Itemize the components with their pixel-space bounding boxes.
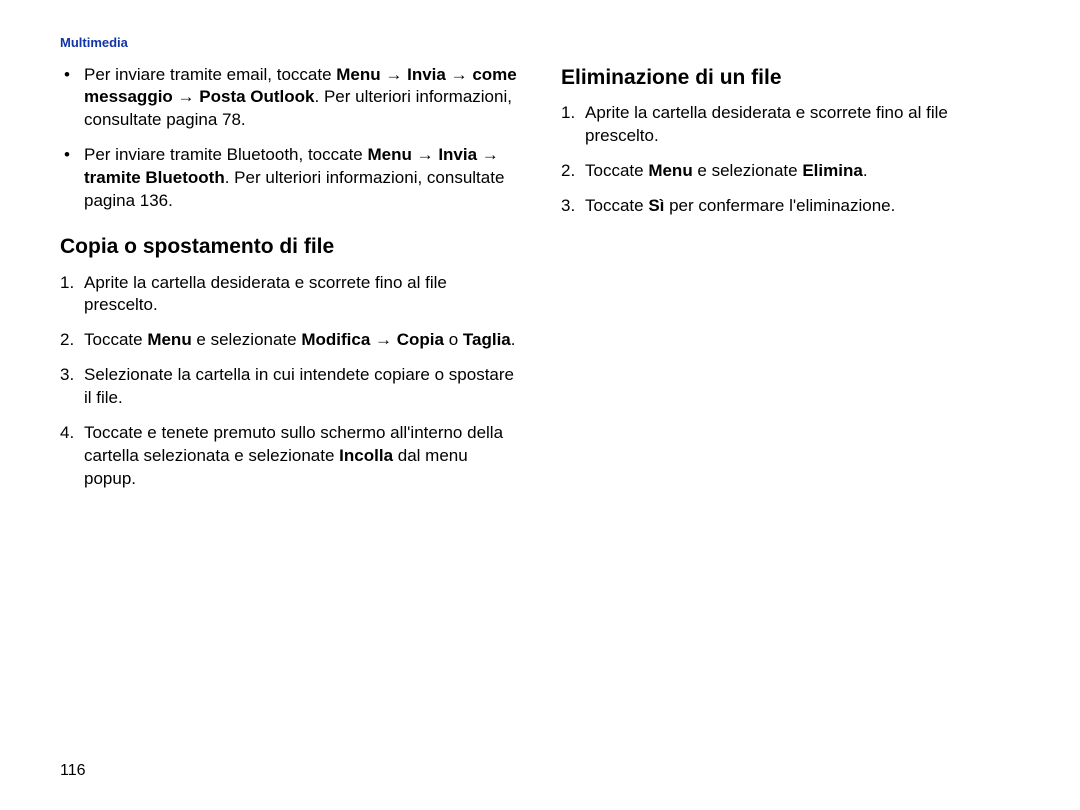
arrow: →	[381, 65, 407, 84]
step-number: 1.	[60, 272, 84, 318]
arrow: →	[412, 145, 438, 164]
text: .	[863, 161, 868, 180]
bullet-marker: •	[60, 64, 84, 133]
bold-text: Copia	[397, 330, 444, 349]
list-item: 1. Aprite la cartella desiderata e scorr…	[561, 102, 1020, 148]
list-item: 3. Selezionate la cartella in cui intend…	[60, 364, 519, 410]
bold-text: Menu	[367, 145, 411, 164]
bullet-list: • Per inviare tramite email, toccate Men…	[60, 64, 519, 214]
text: Per inviare tramite Bluetooth, toccate	[84, 145, 367, 164]
step-text: Toccate e tenete premuto sullo schermo a…	[84, 422, 519, 491]
text: o	[444, 330, 463, 349]
arrow: →	[446, 65, 472, 84]
bullet-item: • Per inviare tramite Bluetooth, toccate…	[60, 144, 519, 213]
step-text: Aprite la cartella desiderata e scorrete…	[84, 272, 519, 318]
text: Toccate	[585, 161, 648, 180]
bold-text: Modifica	[301, 330, 370, 349]
step-text: Aprite la cartella desiderata e scorrete…	[585, 102, 1020, 148]
bold-text: Invia	[407, 65, 446, 84]
text: Toccate	[585, 196, 648, 215]
section-header: Multimedia	[60, 34, 1020, 52]
bullet-text: Per inviare tramite email, toccate Menu …	[84, 64, 519, 133]
bold-text: Elimina	[802, 161, 862, 180]
step-number: 2.	[561, 160, 585, 183]
bold-text: Invia	[438, 145, 477, 164]
text: e selezionate	[693, 161, 803, 180]
step-number: 1.	[561, 102, 585, 148]
step-text: Selezionate la cartella in cui intendete…	[84, 364, 519, 410]
list-item: 3. Toccate Sì per confermare l'eliminazi…	[561, 195, 1020, 218]
text: Per inviare tramite email, toccate	[84, 65, 336, 84]
bold-text: Taglia	[463, 330, 511, 349]
arrow: →	[173, 87, 199, 106]
step-number: 4.	[60, 422, 84, 491]
text: .	[511, 330, 516, 349]
bullet-item: • Per inviare tramite email, toccate Men…	[60, 64, 519, 133]
numbered-list: 1. Aprite la cartella desiderata e scorr…	[60, 272, 519, 492]
step-number: 3.	[561, 195, 585, 218]
list-item: 2. Toccate Menu e selezionate Elimina.	[561, 160, 1020, 183]
page-number: 116	[60, 760, 86, 782]
numbered-list: 1. Aprite la cartella desiderata e scorr…	[561, 102, 1020, 218]
bold-text: Menu	[648, 161, 692, 180]
text: per confermare l'eliminazione.	[664, 196, 895, 215]
arrow: →	[370, 330, 396, 349]
arrow: →	[477, 145, 499, 164]
bold-text: Incolla	[339, 446, 393, 465]
text: e selezionate	[192, 330, 302, 349]
bullet-marker: •	[60, 144, 84, 213]
right-column: Eliminazione di un file 1. Aprite la car…	[561, 64, 1020, 503]
step-number: 3.	[60, 364, 84, 410]
step-text: Toccate Menu e selezionate Modifica → Co…	[84, 329, 519, 352]
step-text: Toccate Menu e selezionate Elimina.	[585, 160, 1020, 183]
subsection-heading: Eliminazione di un file	[561, 64, 1020, 92]
subsection-heading: Copia o spostamento di file	[60, 233, 519, 261]
bold-text: Sì	[648, 196, 664, 215]
bold-text: Menu	[147, 330, 191, 349]
list-item: 2. Toccate Menu e selezionate Modifica →…	[60, 329, 519, 352]
list-item: 4. Toccate e tenete premuto sullo scherm…	[60, 422, 519, 491]
left-column: • Per inviare tramite email, toccate Men…	[60, 64, 519, 503]
text: Toccate	[84, 330, 147, 349]
bullet-text: Per inviare tramite Bluetooth, toccate M…	[84, 144, 519, 213]
bold-text: Menu	[336, 65, 380, 84]
bold-text: tramite Bluetooth	[84, 168, 225, 187]
content-columns: • Per inviare tramite email, toccate Men…	[60, 64, 1020, 503]
step-number: 2.	[60, 329, 84, 352]
list-item: 1. Aprite la cartella desiderata e scorr…	[60, 272, 519, 318]
bold-text: Posta Outlook	[199, 87, 314, 106]
step-text: Toccate Sì per confermare l'eliminazione…	[585, 195, 1020, 218]
